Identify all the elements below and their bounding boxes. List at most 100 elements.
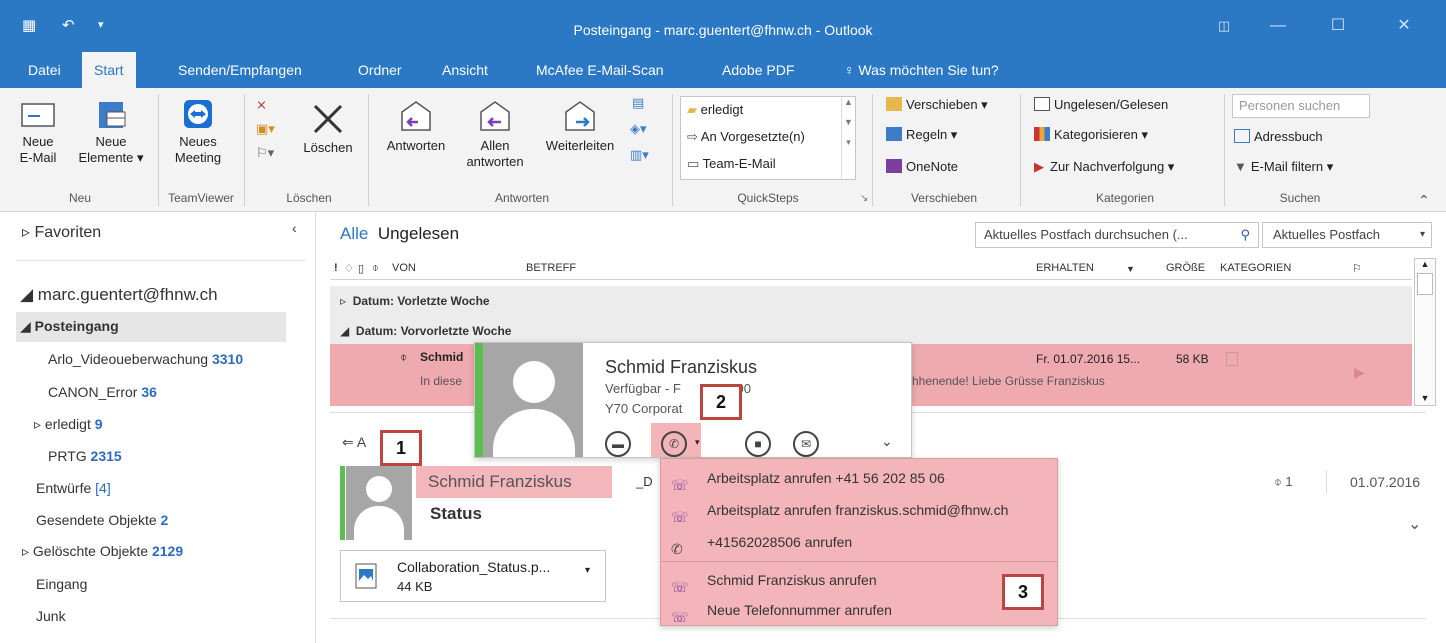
unread-read-button[interactable]: Ungelesen/Gelesen <box>1034 94 1168 116</box>
folder-arlo[interactable]: Arlo_Videoueberwachung 3310 <box>48 351 243 367</box>
folder-junk[interactable]: Junk <box>36 608 66 624</box>
icon-column-icon[interactable]: ▯ <box>358 262 364 275</box>
category-box[interactable] <box>1226 352 1238 366</box>
sort-desc-icon[interactable]: ▼ <box>1126 264 1135 274</box>
favorites-node[interactable]: ▹ Favoriten <box>22 222 101 242</box>
follow-up-button[interactable]: ▶ Zur Nachverfolgung ▾ <box>1034 156 1174 178</box>
col-categories[interactable]: KATEGORIEN <box>1220 262 1291 274</box>
collapse-pane-icon[interactable]: ‹ <box>292 220 297 236</box>
cleanup-icon[interactable]: ▣▾ <box>256 118 275 140</box>
account-node[interactable]: ◢ marc.guentert@fhnw.ch <box>20 285 218 305</box>
reply-action[interactable]: ⇐ A <box>342 434 366 451</box>
attachment-menu-icon[interactable]: ▾ <box>585 565 590 576</box>
inbox-node[interactable]: ◢ Posteingang <box>20 318 119 335</box>
folder-deleted[interactable]: ▹ Gelöschte Objekte 2129 <box>22 543 183 560</box>
folder-canon[interactable]: CANON_Error 36 <box>48 384 157 400</box>
quickstep-erledigt[interactable]: ▰ erledigt <box>681 97 855 124</box>
categorize-button[interactable]: Kategorisieren ▾ <box>1034 124 1148 146</box>
address-book-button[interactable]: Adressbuch <box>1234 126 1323 148</box>
scroll-thumb[interactable] <box>1417 273 1433 295</box>
tab-senden-empfangen[interactable]: Senden/Empfangen <box>166 52 314 88</box>
col-received[interactable]: ERHALTEN <box>1036 262 1094 274</box>
junk-icon[interactable]: ⚐▾ <box>256 142 274 164</box>
tab-ordner[interactable]: Ordner <box>346 52 414 88</box>
attachment-card[interactable]: Collaboration_Status.p... 44 KB ▾ <box>340 550 606 602</box>
new-meeting-button[interactable]: Neues Meeting <box>168 98 228 166</box>
col-from[interactable]: VON <box>392 262 416 274</box>
reply-all-button[interactable]: Allen antworten <box>460 98 530 170</box>
tab-start[interactable]: Start <box>82 52 136 88</box>
call-menu-item-contact[interactable]: ☏ Schmid Franziskus anrufen <box>661 565 1057 595</box>
im-reply-icon[interactable]: ◈▾ <box>630 118 647 140</box>
group-header-vorletzte[interactable]: ▹ Datum: Vorletzte Woche <box>330 286 1412 316</box>
search-scope-label: Aktuelles Postfach <box>1273 227 1380 242</box>
folder-sent[interactable]: Gesendete Objekte 2 <box>36 512 168 528</box>
col-subject[interactable]: BETREFF <box>526 262 576 274</box>
scroll-up-icon[interactable]: ▲ <box>1415 259 1435 269</box>
flag-column-icon[interactable]: ⚐ <box>1352 262 1362 275</box>
reading-subject: Status <box>430 504 482 523</box>
search-scope-dropdown[interactable]: Aktuelles Postfach ▾ <box>1262 222 1432 248</box>
quickstep-team-email[interactable]: ▭ Team-E-Mail <box>681 151 855 178</box>
folder-eingang[interactable]: Eingang <box>36 576 87 592</box>
folder-prtg[interactable]: PRTG 2315 <box>48 448 122 464</box>
filter-all[interactable]: Alle <box>340 224 368 243</box>
call-menu-item-workplace-email[interactable]: ☏ Arbeitsplatz anrufen franziskus.schmid@… <box>661 495 1057 525</box>
filter-unread[interactable]: Ungelesen <box>378 224 459 243</box>
sender-avatar[interactable] <box>346 466 412 540</box>
onenote-button[interactable]: OneNote <box>886 156 958 178</box>
envelope-icon <box>1034 97 1050 111</box>
call-menu-item-workplace-number[interactable]: ☏ Arbeitsplatz anrufen +41 56 202 85 06 <box>661 463 1057 493</box>
meeting-reply-icon[interactable]: ▤ <box>632 92 644 114</box>
minimize-button[interactable]: — <box>1258 12 1298 40</box>
tab-datei[interactable]: Datei <box>16 52 73 88</box>
ribbon-display-options-icon[interactable]: ◫ <box>1204 12 1244 40</box>
phone-icon[interactable]: ✆ <box>661 431 687 457</box>
video-icon[interactable]: ■ <box>745 431 771 457</box>
chat-icon[interactable]: ▬ <box>605 431 631 457</box>
reply-button[interactable]: Antworten <box>374 98 458 154</box>
move-button[interactable]: Verschieben ▾ <box>886 94 988 116</box>
forward-button[interactable]: Weiterleiten <box>532 98 628 154</box>
search-icon[interactable]: ⚲ <box>1240 223 1250 247</box>
col-size[interactable]: GRÖßE <box>1166 262 1205 274</box>
new-items-button[interactable]: Neue Elemente ▾ <box>70 98 152 166</box>
email-icon[interactable]: ✉ <box>793 431 819 457</box>
reminder-column-icon[interactable]: ♢ <box>344 262 354 275</box>
importance-column-icon[interactable]: ! <box>334 262 338 274</box>
quickstep-team-email-label: Team-E-Mail <box>702 156 776 171</box>
tab-adobe-pdf[interactable]: Adobe PDF <box>710 52 806 88</box>
attachment-column-icon[interactable]: ⌽ <box>372 262 379 275</box>
tell-me-box[interactable]: ♀ Was möchten Sie tun? <box>836 52 1011 88</box>
search-people-input[interactable]: Personen suchen <box>1232 94 1370 118</box>
call-menu-item-number[interactable]: ✆ +41562028506 anrufen <box>661 527 1057 557</box>
quicksteps-launcher-icon[interactable]: ↘ <box>860 192 868 206</box>
quickstep-vorgesetzte[interactable]: ⇨ An Vorgesetzte(n) <box>681 124 855 151</box>
collapse-ribbon-icon[interactable]: ⌃ <box>1418 192 1430 209</box>
list-scrollbar[interactable]: ▲ ▼ <box>1414 258 1436 406</box>
call-dropdown-icon[interactable]: ▾ <box>695 437 700 448</box>
expand-card-icon[interactable]: ⌄ <box>881 433 893 450</box>
quicksteps-scrollbar[interactable]: ▲ ▼ ▾ <box>841 97 855 179</box>
attachment-icon: ⌽ <box>400 350 408 364</box>
ignore-icon[interactable]: ⨯ <box>256 94 267 116</box>
flag-icon[interactable]: ▶ <box>1354 364 1365 381</box>
folder-drafts[interactable]: Entwürfe [4] <box>36 480 111 496</box>
rules-button[interactable]: Regeln ▾ <box>886 124 957 146</box>
more-reply-icon[interactable]: ▥▾ <box>630 144 649 166</box>
mailbox-search-input[interactable]: Aktuelles Postfach durchsuchen (... ⚲ <box>975 222 1259 248</box>
scroll-down-icon[interactable]: ▼ <box>1415 393 1435 403</box>
maximize-button[interactable]: ☐ <box>1318 12 1358 40</box>
attachment-count[interactable]: ⌽ 1 <box>1274 474 1293 490</box>
filter-email-button[interactable]: ▼ E-Mail filtern ▾ <box>1234 156 1333 178</box>
call-menu-item-new-number[interactable]: ☏ Neue Telefonnummer anrufen <box>661 595 1057 625</box>
tab-ansicht[interactable]: Ansicht <box>430 52 500 88</box>
close-button[interactable]: ✕ <box>1384 12 1424 40</box>
expand-header-icon[interactable]: ⌄ <box>1408 514 1421 534</box>
tab-mcafee[interactable]: McAfee E-Mail-Scan <box>524 52 676 88</box>
new-email-button[interactable]: Neue E-Mail <box>14 98 62 166</box>
delete-button[interactable]: Löschen <box>296 102 360 156</box>
folder-erledigt[interactable]: ▹ erledigt 9 <box>34 416 103 433</box>
folder-eingang-label: Eingang <box>36 576 88 592</box>
reading-sender-name[interactable]: Schmid Franziskus <box>416 466 612 498</box>
